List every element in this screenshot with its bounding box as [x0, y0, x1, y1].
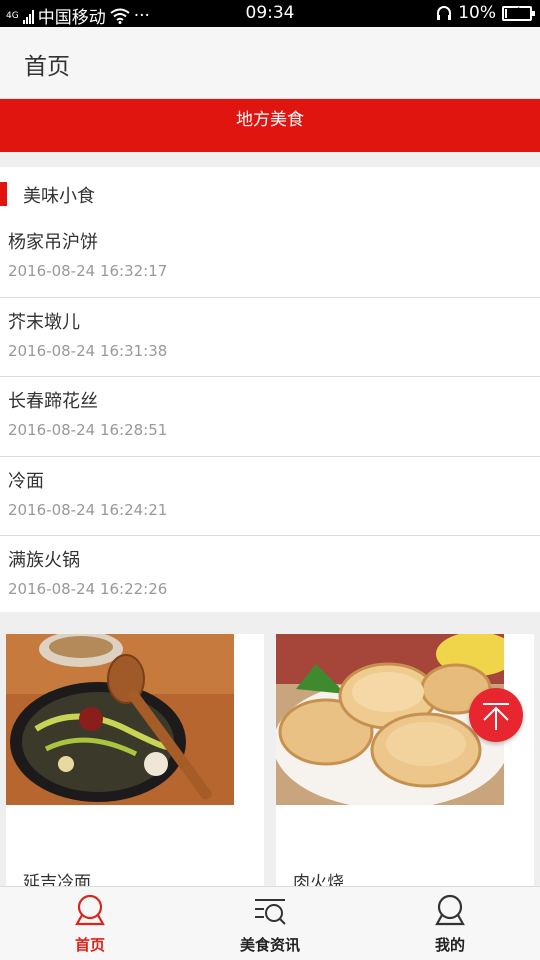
- item-name: 长春蹄花丝: [8, 391, 98, 412]
- cold-noodles-photo: [6, 634, 234, 805]
- list-item[interactable]: 长春蹄花丝 2016-08-24 16:28:51: [0, 377, 540, 457]
- item-time: 2016-08-24 16:22:26: [8, 580, 168, 598]
- snack-list-section: 美味小食 杨家吊沪饼 2016-08-24 16:32:17 芥末墩儿 2016…: [0, 167, 540, 612]
- wifi-icon: [110, 8, 130, 24]
- list-item[interactable]: 杨家吊沪饼 2016-08-24 16:32:17: [0, 218, 540, 298]
- more-indicator: ···: [133, 5, 150, 26]
- home-icon: [75, 894, 105, 926]
- card-title: 肉火烧: [293, 873, 344, 886]
- item-time: 2016-08-24 16:31:38: [8, 341, 168, 360]
- status-bar: 4G 中国移动 ··· 09:34 10% ⚡: [0, 0, 540, 29]
- item-time: 2016-08-24 16:32:17: [8, 262, 168, 280]
- item-time: 2016-08-24 16:28:51: [8, 421, 168, 439]
- tab-profile[interactable]: 我的: [360, 887, 540, 960]
- app-header: 首页: [0, 27, 540, 99]
- tab-label: 首页: [74, 936, 105, 954]
- banner-label: 地方美食: [236, 110, 304, 130]
- battery-fill: [505, 8, 507, 18]
- charging-icon: ⚡: [512, 4, 522, 20]
- headset-icon: [437, 6, 452, 20]
- status-bar-right: 10% ⚡: [436, 3, 535, 23]
- category-banner[interactable]: 地方美食: [0, 99, 540, 152]
- item-name: 杨家吊沪饼: [8, 232, 98, 253]
- food-cards: 延吉冷面 肉火烧: [0, 612, 540, 886]
- status-bar-left: 4G 中国移动 ···: [6, 3, 150, 29]
- list-item[interactable]: 满族火锅 2016-08-24 16:22:26: [0, 536, 540, 616]
- item-time: 2016-08-24 16:24:21: [8, 500, 168, 519]
- food-card[interactable]: 延吉冷面: [6, 634, 264, 886]
- item-name: 芥末墩儿: [8, 311, 80, 333]
- back-to-top-icon: [483, 703, 509, 730]
- news-search-icon: [255, 899, 286, 925]
- section-title: 美味小食: [23, 186, 95, 207]
- bottom-tab-bar: 首页 美食资讯 我的: [0, 886, 540, 960]
- food-card[interactable]: 肉火烧: [276, 634, 534, 886]
- tab-label: 我的: [434, 936, 465, 954]
- list-item[interactable]: 芥末墩儿 2016-08-24 16:31:38: [0, 298, 540, 377]
- list-item[interactable]: 冷面 2016-08-24 16:24:21: [0, 457, 540, 536]
- battery-percent: 10%: [458, 3, 496, 23]
- page-title: 首页: [24, 54, 70, 80]
- tab-home[interactable]: 首页: [0, 887, 180, 960]
- battery-icon: ⚡: [502, 4, 535, 21]
- back-to-top-button[interactable]: [469, 688, 523, 742]
- profile-icon: [435, 894, 465, 926]
- section-header: 美味小食: [0, 167, 540, 218]
- card-title: 延吉冷面: [23, 873, 91, 886]
- network-type: 4G: [6, 10, 19, 21]
- item-name: 冷面: [8, 470, 44, 492]
- carrier-name: 中国移动: [37, 8, 106, 28]
- signal-icon: [22, 8, 34, 24]
- item-name: 满族火锅: [8, 550, 80, 571]
- tab-label: 美食资讯: [239, 936, 300, 954]
- section-marker: [0, 182, 7, 206]
- tab-food-news[interactable]: 美食资讯: [180, 887, 360, 960]
